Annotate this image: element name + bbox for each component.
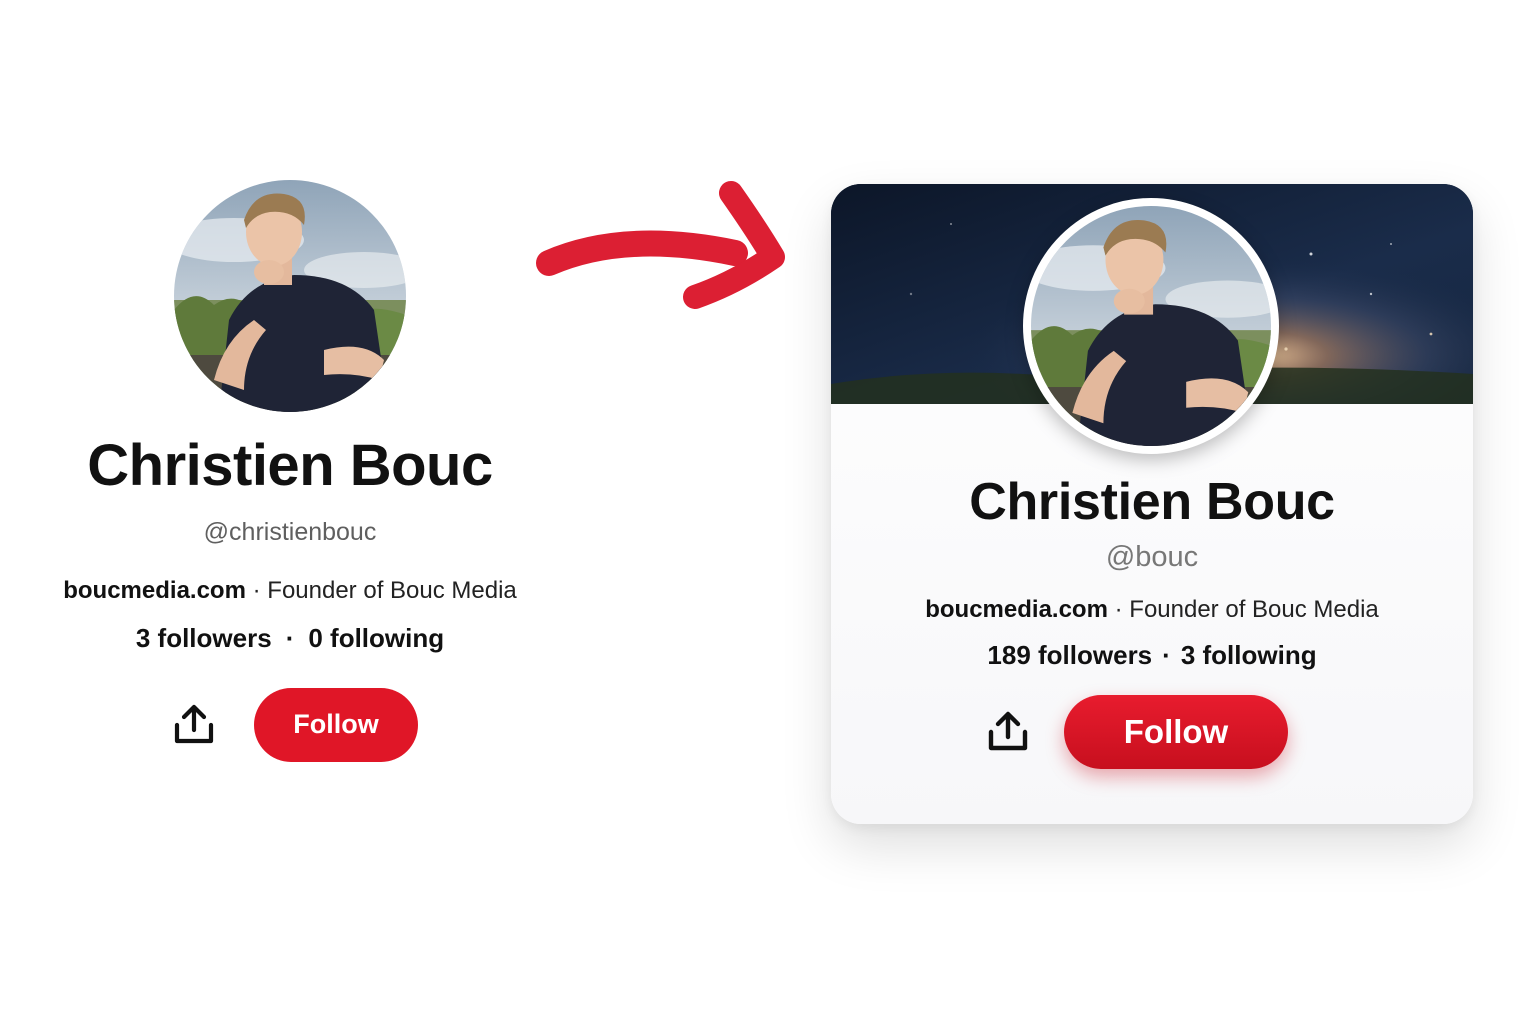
- bio-separator: ·: [252, 576, 261, 604]
- profile-handle: @christienbouc: [203, 517, 377, 546]
- curved-arrow-icon: [535, 175, 795, 325]
- profile-name: Christien Bouc: [87, 433, 493, 498]
- profile-stats: 3 followers · 0 following: [40, 623, 540, 654]
- follow-button[interactable]: Follow: [254, 687, 418, 762]
- bio-separator: ·: [1114, 596, 1123, 624]
- stats-separator: ·: [285, 622, 295, 653]
- following-count[interactable]: 3 following: [1181, 640, 1317, 670]
- stats-separator: ·: [1162, 640, 1171, 671]
- website-link[interactable]: boucmedia.com: [63, 577, 246, 604]
- profile-bio: boucmedia.com · Founder of Bouc Media: [40, 577, 540, 605]
- tagline: Founder of Bouc Media: [1129, 596, 1379, 624]
- profile-actions: Follow: [831, 695, 1473, 770]
- website-link[interactable]: boucmedia.com: [925, 596, 1108, 623]
- tagline: Founder of Bouc Media: [267, 576, 517, 604]
- profile-info: Christien Bouc @bouc boucmedia.com · Fou…: [831, 473, 1473, 770]
- profile-avatar[interactable]: [1023, 198, 1279, 454]
- share-upload-icon[interactable]: [172, 703, 216, 747]
- profile-actions: Follow: [40, 687, 540, 762]
- followers-count[interactable]: 189 followers: [987, 640, 1152, 670]
- share-upload-icon[interactable]: [986, 710, 1030, 754]
- profile-bio: boucmedia.com · Founder of Bouc Media: [831, 596, 1473, 624]
- profile-before: Christien Bouc @christienbouc boucmedia.…: [40, 180, 540, 762]
- profile-stats: 189 followers · 3 following: [831, 640, 1473, 671]
- followers-count[interactable]: 3 followers: [136, 623, 272, 653]
- profile-card-after: Christien Bouc @bouc boucmedia.com · Fou…: [831, 184, 1473, 824]
- profile-name: Christien Bouc: [969, 473, 1335, 531]
- following-count[interactable]: 0 following: [308, 623, 444, 653]
- profile-avatar[interactable]: [174, 180, 406, 412]
- follow-button[interactable]: Follow: [1064, 695, 1288, 770]
- profile-handle: @bouc: [1105, 541, 1199, 574]
